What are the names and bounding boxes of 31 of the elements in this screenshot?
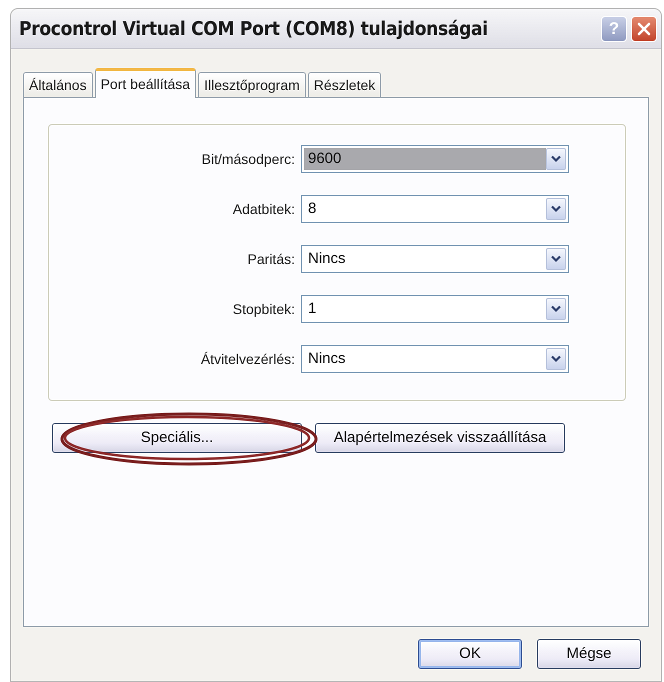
chevron-icon [550, 355, 562, 363]
window-title: Procontrol Virtual COM Port (COM8) tulajdonságai [19, 18, 488, 40]
tab[interactable]: Általános [23, 72, 93, 97]
chevron-icon [550, 205, 562, 213]
field-label: Átvitelvezérlés: [200, 350, 296, 368]
chevron-icon [550, 155, 562, 163]
tab[interactable]: Port beállítása [94, 68, 196, 98]
dropdown[interactable]: Nincs [301, 245, 569, 273]
field-label: Adatbitek: [232, 200, 296, 218]
dropdown-button[interactable] [546, 148, 566, 170]
close-icon [636, 20, 652, 36]
field-label: Paritás: [246, 250, 296, 268]
dropdown[interactable]: Nincs [301, 345, 569, 373]
tab[interactable]: Részletek [308, 72, 382, 97]
button[interactable]: Speciális... [52, 423, 302, 453]
dropdown[interactable]: 9600 [301, 145, 569, 173]
field-label: Stopbitek: [232, 300, 296, 319]
chevron-icon [550, 255, 562, 263]
chevron-icon [550, 305, 562, 313]
dropdown-button[interactable] [546, 298, 566, 320]
tab[interactable]: Illesztőprogram [198, 72, 306, 97]
dropdown[interactable]: 8 [301, 195, 569, 223]
field-label: Bit/másodperc: [200, 150, 296, 169]
dropdown[interactable]: 1 [301, 295, 569, 323]
button[interactable]: Mégse [537, 639, 641, 669]
dropdown-button[interactable] [546, 248, 566, 270]
dropdown-button[interactable] [546, 198, 566, 220]
dropdown-button[interactable] [546, 348, 566, 370]
button[interactable]: Alapértelmezések visszaállítása [315, 423, 565, 453]
close-button[interactable] [631, 16, 657, 42]
button[interactable]: OK [418, 639, 522, 669]
